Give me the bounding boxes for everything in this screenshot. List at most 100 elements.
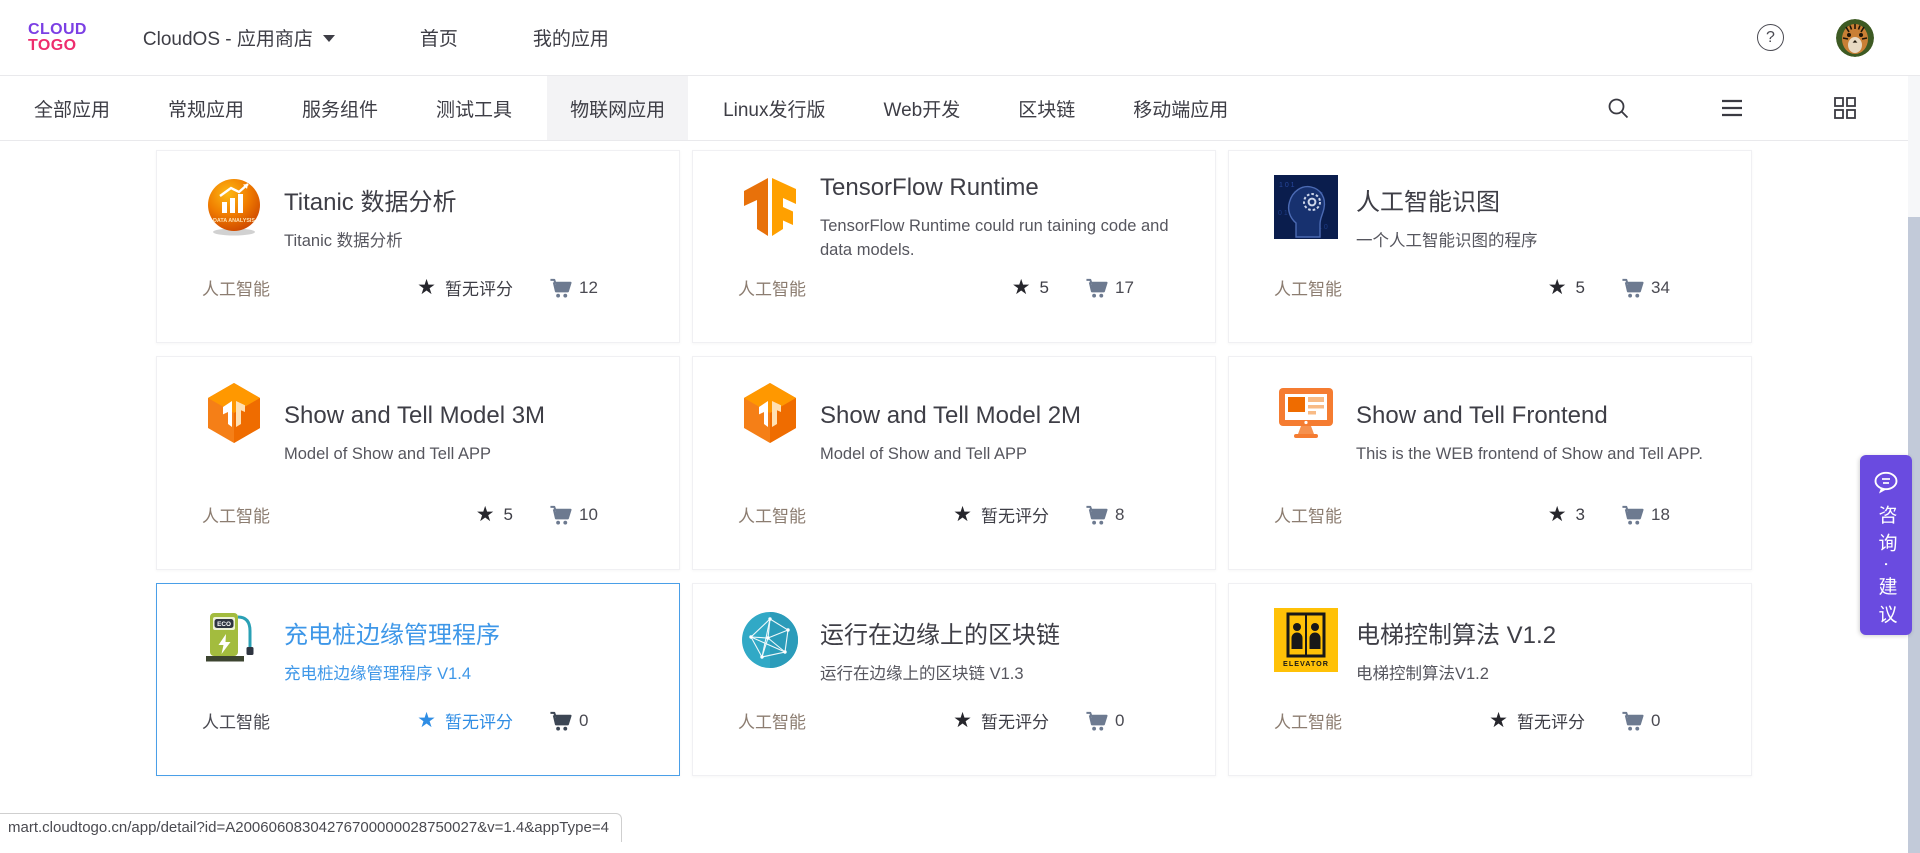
tab-iot-apps[interactable]: 物联网应用 xyxy=(547,76,688,140)
app-cart: 17 xyxy=(1085,276,1175,299)
star-icon: ★ xyxy=(417,710,436,731)
app-card-elevator[interactable]: ELEVATOR 电梯控制算法 V1.2 电梯控制算法V1.2 人工智能 ★暂无… xyxy=(1228,583,1752,776)
cart-count: 34 xyxy=(1651,278,1670,298)
app-subtitle: 运行在边缘上的区块链 V1.3 xyxy=(820,663,1175,687)
store-title: CloudOS - 应用商店 xyxy=(143,24,313,51)
app-card-edge-blockchain[interactable]: 运行在边缘上的区块链 运行在边缘上的区块链 V1.3 人工智能 ★ 暂无评分 0 xyxy=(692,583,1216,776)
tensorflow-icon xyxy=(738,175,802,239)
tab-web-dev[interactable]: Web开发 xyxy=(861,76,984,140)
tab-blockchain[interactable]: 区块链 xyxy=(995,76,1098,140)
app-cart: 8 xyxy=(1085,503,1175,526)
search-icon[interactable] xyxy=(1606,96,1630,120)
tab-test-tools[interactable]: 测试工具 xyxy=(413,76,535,140)
app-category: 人工智能 xyxy=(738,502,806,527)
app-card-titanic[interactable]: DATA ANALYSIS Titanic 数据分析 Titanic 数据分析 … xyxy=(156,150,680,343)
app-cart: 0 xyxy=(1621,709,1711,732)
app-title[interactable]: Titanic 数据分析 xyxy=(284,182,639,217)
star-icon: ★ xyxy=(953,710,972,731)
hexagon-model-icon xyxy=(738,381,802,445)
app-category: 人工智能 xyxy=(202,275,270,300)
app-card-frontend[interactable]: Show and Tell Frontend This is the WEB f… xyxy=(1228,356,1752,570)
app-card-ai-vision[interactable]: 1 0 1 0 1 0 1 0 1 0 人工智能识图 一个人工智能识图的程序 人… xyxy=(1228,150,1752,343)
tab-all-apps[interactable]: 全部应用 xyxy=(11,76,133,140)
header: CLOUD TOGO CloudOS - 应用商店 首页 我的应用 ? xyxy=(0,0,1920,76)
app-rating: ★暂无评分 xyxy=(417,275,513,300)
help-icon[interactable]: ? xyxy=(1757,24,1784,51)
app-cart: 12 xyxy=(549,276,639,299)
star-icon: ★ xyxy=(1489,710,1508,731)
nav-home[interactable]: 首页 xyxy=(420,24,458,51)
top-nav: 首页 我的应用 xyxy=(420,24,609,51)
app-subtitle: 充电桩边缘管理程序 V1.4 xyxy=(284,663,639,687)
menu-icon[interactable] xyxy=(1720,98,1744,118)
rating-value: 暂无评分 xyxy=(445,708,513,733)
app-subtitle: 电梯控制算法V1.2 xyxy=(1356,663,1711,687)
app-title[interactable]: 运行在边缘上的区块链 xyxy=(820,615,1175,650)
app-subtitle: 一个人工智能识图的程序 xyxy=(1356,230,1711,254)
app-cart: 0 xyxy=(1085,709,1175,732)
star-icon: ★ xyxy=(1548,504,1567,525)
app-rating: ★ 暂无评分 xyxy=(953,708,1049,733)
cart-count: 0 xyxy=(1115,711,1124,731)
tab-service-components[interactable]: 服务组件 xyxy=(279,76,401,140)
consult-suggest-button[interactable]: 咨询·建议 xyxy=(1860,455,1912,635)
app-category: 人工智能 xyxy=(1274,275,1342,300)
star-icon: ★ xyxy=(476,504,495,525)
app-rating: ★ 暂无评分 xyxy=(417,708,513,733)
app-category: 人工智能 xyxy=(738,708,806,733)
app-grid-area: DATA ANALYSIS Titanic 数据分析 Titanic 数据分析 … xyxy=(0,150,1920,776)
rating-value: 5 xyxy=(1576,278,1585,298)
logo-line1: CLOUD xyxy=(28,22,87,37)
cart-icon xyxy=(549,709,572,732)
svg-text:ELEVATOR: ELEVATOR xyxy=(1283,659,1329,668)
cart-count: 17 xyxy=(1115,278,1134,298)
app-title[interactable]: 人工智能识图 xyxy=(1356,182,1711,217)
app-card-ev-charger[interactable]: ECO 充电桩边缘管理程序 充电桩边缘管理程序 V1.4 人工智能 ★暂无评分 xyxy=(156,583,680,776)
tab-mobile-apps[interactable]: 移动端应用 xyxy=(1110,76,1251,140)
tiger-avatar-image xyxy=(1836,19,1874,57)
app-card-tensorflow-runtime[interactable]: TensorFlow Runtime TensorFlow Runtime co… xyxy=(692,150,1216,343)
app-title[interactable]: 充电桩边缘管理程序 xyxy=(284,615,639,650)
user-avatar[interactable] xyxy=(1836,19,1874,57)
cart-count: 8 xyxy=(1115,505,1124,525)
ai-vision-icon: 1 0 1 0 1 0 1 0 1 0 xyxy=(1274,175,1338,239)
rating-value: 暂无评分 xyxy=(981,708,1049,733)
grid-view-icon[interactable] xyxy=(1834,97,1856,119)
cart-icon xyxy=(549,276,572,299)
cart-icon xyxy=(1085,709,1108,732)
nav-my-apps[interactable]: 我的应用 xyxy=(533,24,609,51)
ev-charger-icon: ECO xyxy=(202,608,266,672)
app-subtitle: Model of Show and Tell APP xyxy=(820,443,1175,467)
app-rating: ★5 xyxy=(476,504,513,525)
app-rating: ★5 xyxy=(1012,277,1049,298)
cart-count: 12 xyxy=(579,278,598,298)
cart-icon xyxy=(1621,276,1644,299)
app-title[interactable]: Show and Tell Model 3M xyxy=(284,402,639,430)
cloudtogo-logo[interactable]: CLOUD TOGO xyxy=(28,22,87,52)
dropdown-caret-icon xyxy=(323,35,335,42)
svg-text:1 0 1: 1 0 1 xyxy=(1279,182,1295,189)
svg-text:DATA ANALYSIS: DATA ANALYSIS xyxy=(213,218,255,224)
app-title[interactable]: 电梯控制算法 V1.2 xyxy=(1356,615,1711,650)
cart-icon xyxy=(1621,503,1644,526)
blockchain-icon xyxy=(738,608,802,672)
app-rating: ★3 xyxy=(1548,504,1585,525)
tab-linux-distros[interactable]: Linux发行版 xyxy=(700,76,848,140)
app-title[interactable]: TensorFlow Runtime xyxy=(820,174,1175,202)
app-title[interactable]: Show and Tell Model 2M xyxy=(820,402,1175,430)
cart-count: 10 xyxy=(579,505,598,525)
app-category: 人工智能 xyxy=(202,502,270,527)
app-title[interactable]: Show and Tell Frontend xyxy=(1356,402,1711,430)
tab-regular-apps[interactable]: 常规应用 xyxy=(145,76,267,140)
app-card-model-3m[interactable]: Show and Tell Model 3M Model of Show and… xyxy=(156,356,680,570)
cart-icon xyxy=(1621,709,1644,732)
app-cart: 0 xyxy=(549,709,639,732)
store-title-dropdown[interactable]: CloudOS - 应用商店 xyxy=(143,24,335,51)
app-subtitle: Model of Show and Tell APP xyxy=(284,443,639,467)
app-card-model-2m[interactable]: Show and Tell Model 2M Model of Show and… xyxy=(692,356,1216,570)
app-cart: 10 xyxy=(549,503,639,526)
cart-icon xyxy=(1085,503,1108,526)
rating-value: 5 xyxy=(1040,278,1049,298)
cart-count: 18 xyxy=(1651,505,1670,525)
cart-icon xyxy=(1085,276,1108,299)
